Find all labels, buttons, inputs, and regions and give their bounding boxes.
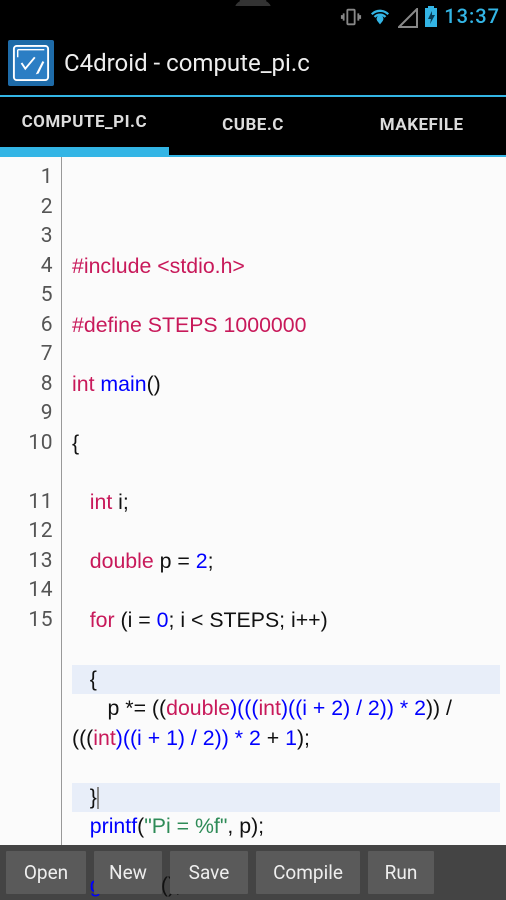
code-area[interactable]: #include <stdio.h> #define STEPS 1000000… [62, 157, 506, 845]
line-number: 7 [0, 340, 53, 370]
code-token: 0 [157, 608, 169, 632]
line-number: 6 [0, 311, 53, 341]
app-title: C4droid - compute_pi.c [64, 40, 310, 86]
code-token: ) / [343, 696, 368, 720]
code-line: printf("Pi = %f", p); [72, 812, 500, 842]
vibrate-icon [340, 4, 362, 29]
code-token: #include <stdio.h> [72, 254, 245, 278]
code-token: )((( [230, 696, 258, 720]
code-token: for [90, 608, 115, 632]
code-token: 2 [196, 549, 208, 573]
tab-bar: COMPUTE_PI.C CUBE.C MAKEFILE [0, 97, 506, 155]
code-token: ; [208, 549, 214, 573]
line-number: 14 [0, 576, 53, 606]
code-token: double [166, 696, 230, 720]
button-label: Open [24, 861, 68, 884]
code-line [72, 193, 500, 223]
code-token: int [258, 696, 281, 720]
code-token: p = [154, 549, 196, 573]
code-token: 2 [203, 726, 215, 750]
button-label: Compile [273, 861, 343, 884]
code-line: int main() [72, 370, 500, 400]
status-time: 13:37 [444, 4, 500, 28]
code-token: (i = [115, 608, 157, 632]
line-number: 2 [0, 193, 53, 223]
line-number: 1 [0, 163, 53, 193]
code-token: "Pi = %f" [144, 814, 227, 838]
text-cursor [97, 787, 99, 809]
line-number-blank [0, 458, 53, 488]
line-number: 15 [0, 606, 53, 636]
code-token: int [93, 726, 116, 750]
app-icon [8, 40, 54, 86]
tab-label: CUBE.C [222, 115, 284, 135]
line-number: 12 [0, 517, 53, 547]
code-token: 2 [414, 696, 426, 720]
code-line: { [72, 665, 500, 695]
code-token: )((i + [281, 696, 331, 720]
code-token: int [72, 372, 95, 396]
line-number-gutter: 1 2 3 4 5 6 7 8 9 10 11 12 13 14 15 [0, 157, 62, 845]
compile-button[interactable]: Compile [256, 851, 360, 894]
tab-label: MAKEFILE [380, 115, 464, 135]
code-line: { [72, 429, 500, 459]
code-line: for (i = 0; i < STEPS; i++) [72, 606, 500, 636]
code-token: )) * [215, 726, 249, 750]
battery-icon [424, 4, 438, 29]
code-line: #define STEPS 1000000 [72, 311, 500, 341]
line-number: 4 [0, 252, 53, 282]
line-number: 13 [0, 547, 53, 577]
code-token: ); [297, 726, 310, 750]
line-number: 3 [0, 222, 53, 252]
button-label: Save [189, 861, 230, 884]
code-token: 1 [285, 726, 297, 750]
code-token: 2 [249, 726, 261, 750]
code-token: main [95, 372, 147, 396]
code-token: i; [112, 490, 129, 514]
code-token: 1 [166, 726, 178, 750]
code-line: double p = 2; [72, 547, 500, 577]
code-token: ) / [178, 726, 203, 750]
code-token: 2 [368, 696, 380, 720]
button-label: New [109, 861, 147, 884]
code-line: p *= ((double)(((int)((i + 2) / 2)) * 2)… [72, 694, 500, 753]
code-line: #include <stdio.h> [72, 252, 500, 282]
code-token: #define STEPS 1000000 [72, 313, 306, 337]
code-token: p *= (( [108, 696, 167, 720]
code-token: { [72, 431, 79, 455]
code-token: , p); [227, 814, 264, 838]
line-number: 8 [0, 370, 53, 400]
run-button[interactable]: Run [368, 851, 434, 894]
code-token: int [90, 490, 113, 514]
code-line: int i; [72, 488, 500, 518]
code-token: } [90, 785, 97, 809]
open-button[interactable]: Open [6, 851, 86, 894]
tab-makefile[interactable]: MAKEFILE [337, 97, 506, 155]
code-token: )) * [380, 696, 414, 720]
button-label: Run [385, 861, 418, 884]
code-token: + [261, 726, 285, 750]
code-token: printf [90, 814, 137, 838]
save-button[interactable]: Save [170, 851, 248, 894]
editor: 1 2 3 4 5 6 7 8 9 10 11 12 13 14 15 #inc… [0, 155, 506, 845]
code-token: ; i < STEPS; i++) [169, 608, 328, 632]
code-token: { [90, 667, 97, 691]
android-logo-icon [228, 0, 278, 6]
line-number: 9 [0, 399, 53, 429]
code-token: double [90, 549, 154, 573]
code-token: )((i + [116, 726, 166, 750]
signal-icon [398, 4, 418, 28]
title-bar: C4droid - compute_pi.c [0, 32, 506, 97]
code-token: () [147, 372, 161, 396]
wifi-icon [368, 4, 392, 29]
tab-compute-pi[interactable]: COMPUTE_PI.C [0, 97, 169, 155]
new-button[interactable]: New [94, 851, 162, 894]
tab-cube[interactable]: CUBE.C [169, 97, 338, 155]
line-number: 11 [0, 488, 53, 518]
code-token: 2 [331, 696, 343, 720]
line-number: 10 [0, 429, 53, 459]
code-line: } [72, 783, 500, 813]
tab-label: COMPUTE_PI.C [22, 112, 148, 132]
line-number: 5 [0, 281, 53, 311]
